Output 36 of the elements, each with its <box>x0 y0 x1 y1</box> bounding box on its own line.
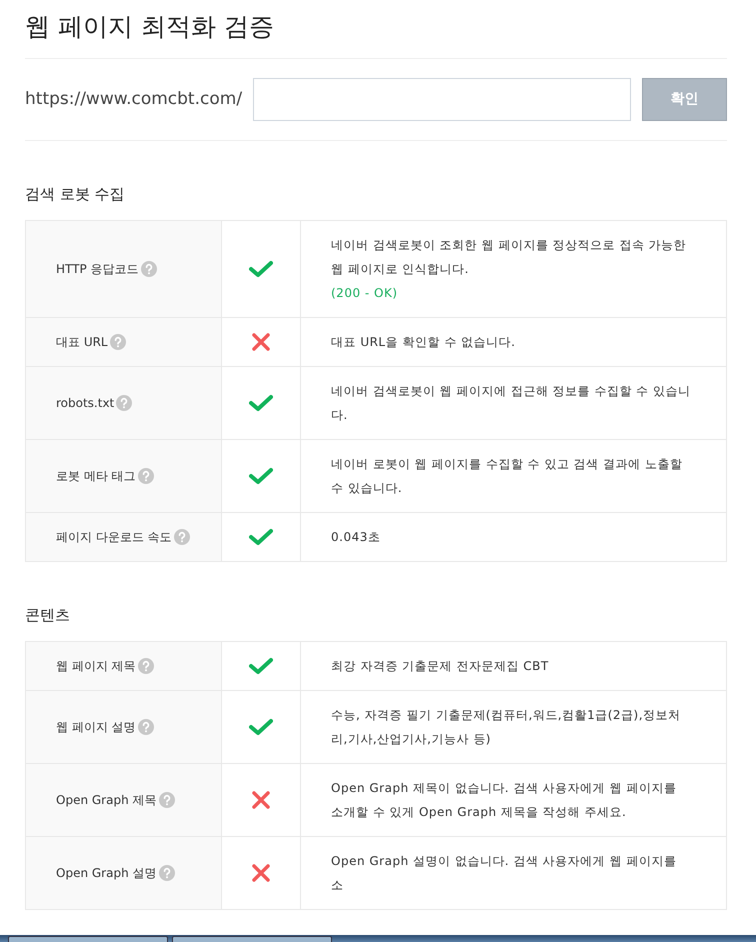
row-label: 웹 페이지 제목 <box>56 658 136 675</box>
taskbar-button[interactable] <box>8 936 168 942</box>
row-description: 네이버 검색로봇이 웹 페이지에 접근해 정보를 수집할 수 있습니다. <box>331 383 692 424</box>
help-icon[interactable] <box>116 395 132 411</box>
row-description: Open Graph 제목이 없습니다. 검색 사용자에게 웹 페이지를 소개할 수 있게 Open Graph 제목을 작성해 주세요. <box>331 780 678 821</box>
confirm-button[interactable]: 확인 <box>642 78 727 121</box>
row-label: 대표 URL <box>56 334 108 351</box>
row-description: 0.043초 <box>331 529 382 546</box>
taskbar-button[interactable] <box>172 936 332 942</box>
help-icon[interactable] <box>110 334 126 350</box>
row-description: 수능, 자격증 필기 기출문제(컴퓨터,워드,컴활1급(2급),정보처리,기사,산업기사,기능사 등) <box>331 707 682 748</box>
help-icon[interactable] <box>138 658 154 674</box>
help-icon[interactable] <box>138 468 154 484</box>
section-title: 검색 로봇 수집 <box>25 185 126 203</box>
row-label: robots.txt <box>56 395 114 412</box>
row-label: 로봇 메타 태그 <box>56 468 136 485</box>
row-description: 대표 URL을 확인할 수 없습니다. <box>331 334 516 351</box>
row-description: 최강 자격증 기출문제 전자문제집 CBT <box>331 658 550 675</box>
url-prefix: https://www.comcbt.com/ <box>25 88 242 111</box>
help-icon[interactable] <box>140 261 157 277</box>
row-label: Open Graph 제목 <box>56 792 156 809</box>
section-title: 콘텐츠 <box>25 606 71 624</box>
status-detail: (200 - OK) <box>331 285 399 302</box>
help-icon[interactable] <box>158 792 174 808</box>
help-icon[interactable] <box>174 529 190 545</box>
row-label: Open Graph 설명 <box>56 865 156 882</box>
help-icon[interactable] <box>158 865 174 881</box>
row-label: HTTP 응답코드 <box>56 261 139 278</box>
row-label: 웹 페이지 설명 <box>56 719 136 736</box>
row-description: 네이버 로봇이 웹 페이지를 수집할 수 있고 검색 결과에 노출할 수 있습니다. <box>331 456 684 497</box>
url-input-field[interactable] <box>253 78 631 121</box>
row-description: 네이버 검색로봇이 조회한 웹 페이지를 정상적으로 접속 가능한 웹 페이지로 인식합니다. <box>331 237 688 278</box>
row-description: Open Graph 설명이 없습니다. 검색 사용자에게 웹 페이지를 소 <box>331 853 678 894</box>
row-label: 페이지 다운로드 속도 <box>56 529 172 546</box>
page-title: 웹 페이지 최적화 검증 <box>25 12 727 59</box>
help-icon[interactable] <box>138 719 154 735</box>
